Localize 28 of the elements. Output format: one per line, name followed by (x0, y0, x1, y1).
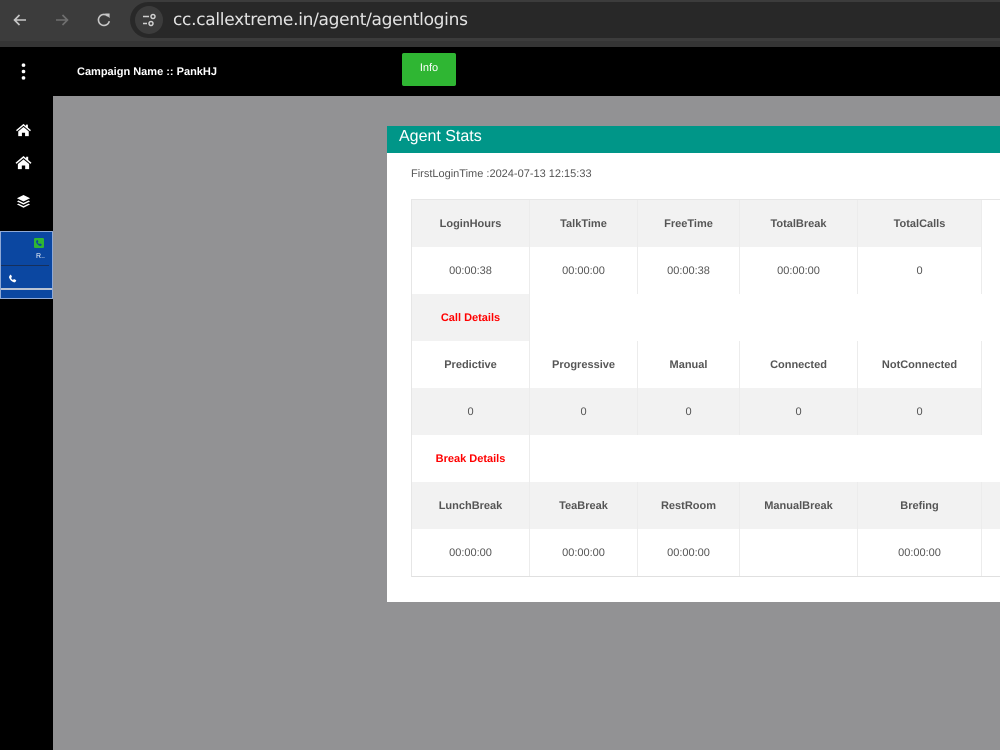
table-header-cell: RestRoom (638, 482, 740, 529)
table-header-cell: TalkTime (530, 200, 638, 247)
table-cell: 0 (740, 388, 858, 435)
home-icon[interactable] (15, 155, 32, 170)
reload-icon[interactable] (96, 12, 112, 28)
back-arrow-icon[interactable] (12, 12, 28, 28)
table-header-cell: LoginHours (412, 200, 530, 247)
first-login-time: FirstLoginTime :2024-07-13 12:15:33 (411, 167, 593, 181)
table-header-cell: FreeTime (638, 200, 740, 247)
table-header-cell: TeaBreak (530, 482, 638, 529)
home-icon[interactable] (15, 123, 32, 137)
campaign-name: Campaign Name :: PankHJ (77, 66, 218, 78)
layers-icon[interactable] (15, 194, 32, 209)
table-cell: 0 (412, 388, 530, 435)
address-bar[interactable]: cc.callextreme.in/agent/agentlogins (130, 2, 1000, 38)
section-label: Call Details (412, 294, 530, 341)
panel-title: Agent Stats (399, 128, 482, 146)
table-cell: 0 (858, 388, 982, 435)
menu-icon[interactable] (21, 63, 26, 80)
site-info-icon[interactable] (135, 6, 163, 34)
phone-icon[interactable] (8, 274, 18, 284)
table-cell: 0 (638, 388, 740, 435)
table-header-cell: TotalCalls (858, 200, 982, 247)
table-cell: 0 (530, 388, 638, 435)
table-header-cell: LunchBreak (412, 482, 530, 529)
table-header-cell: TotalBreak (740, 200, 858, 247)
table-header-cell: ManualBreak (740, 482, 858, 529)
table-header-cell: Brefing (858, 482, 982, 529)
